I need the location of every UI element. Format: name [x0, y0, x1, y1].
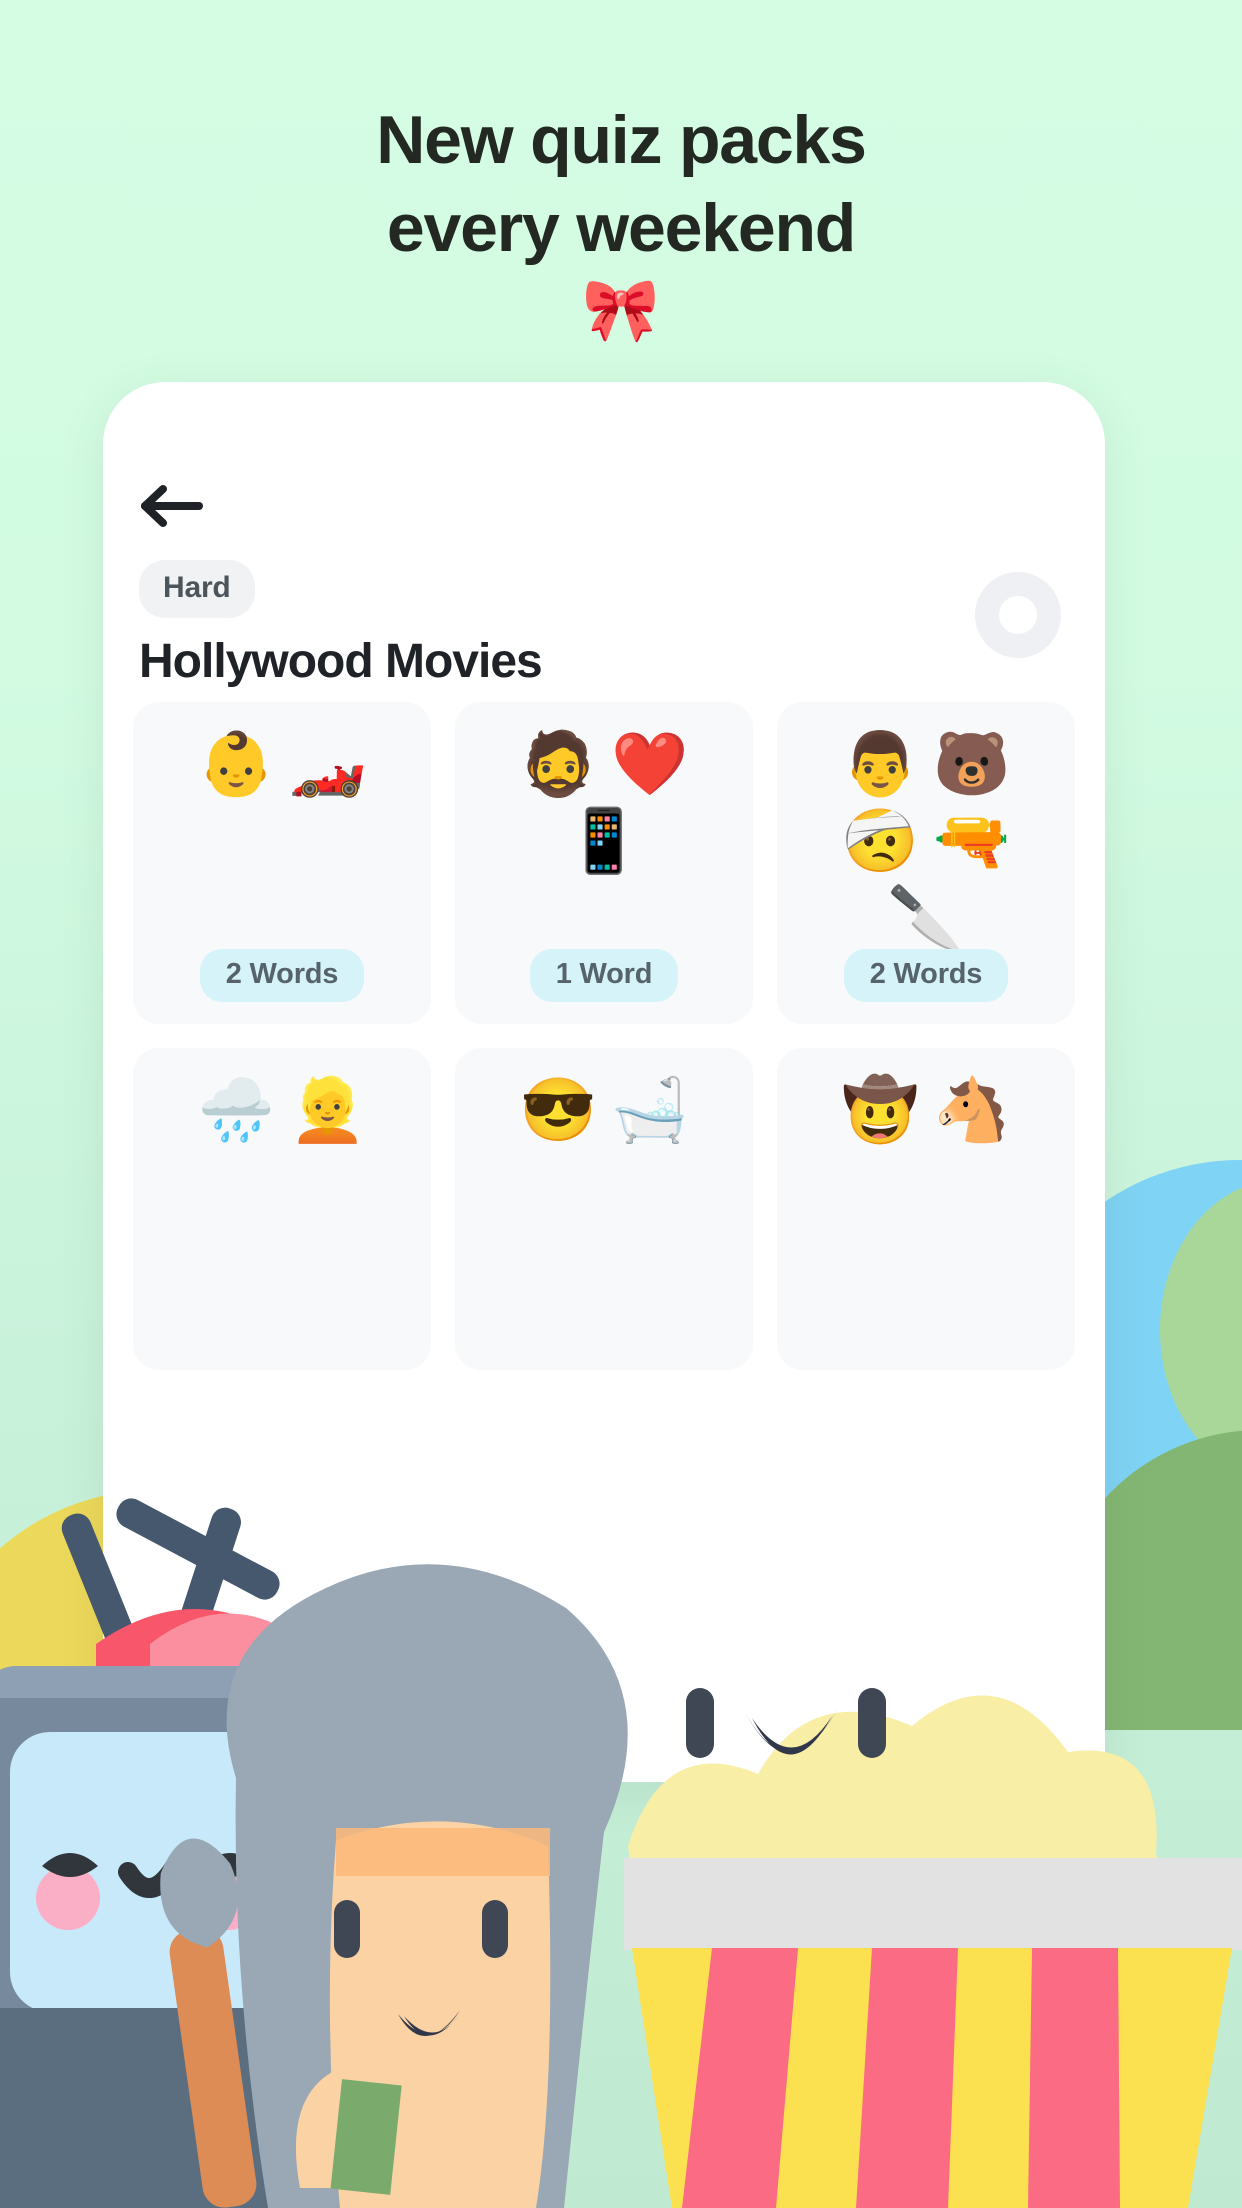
- bathtub-emoji: 🛁: [611, 1076, 689, 1145]
- pistol-emoji: 🔫: [933, 807, 1011, 877]
- arrow-left-icon: [139, 484, 205, 528]
- word-count-badge: 1 Word: [529, 949, 679, 1002]
- quiz-emoji-clue: 🧔 ❤️ 📱: [489, 702, 719, 878]
- racing-car-emoji: 🏎️: [289, 730, 367, 799]
- quiz-emoji-clue: 🌧️ 👱: [174, 1048, 390, 1147]
- difficulty-badge: Hard: [139, 560, 255, 618]
- headline-line-1: New quiz packs: [376, 102, 867, 178]
- quiz-card[interactable]: 😎 🛁: [455, 1048, 753, 1370]
- bearded-person-emoji: 🧔: [519, 730, 597, 799]
- quiz-card[interactable]: 🤠 🐴: [777, 1048, 1075, 1370]
- quiz-emoji-clue: 👨 🐻 🤕 🔫 🔪: [811, 702, 1041, 955]
- phone-mockup: Hard Hollywood Movies 👶 🏎️ 2 Words 🧔 ❤️ 📱 1 Wo…: [103, 382, 1105, 1782]
- page-title: Hollywood Movies: [139, 635, 543, 688]
- rain-cloud-emoji: 🌧️: [197, 1076, 275, 1145]
- quiz-emoji-clue: 😎 🛁: [496, 1048, 712, 1147]
- blond-person-emoji: 👱: [289, 1076, 367, 1145]
- mobile-phone-emoji: 📱: [565, 807, 643, 877]
- quiz-emoji-clue: 👶 🏎️: [174, 702, 390, 801]
- word-count-badge: 2 Words: [199, 949, 365, 1002]
- app-screen: Hard Hollywood Movies 👶 🏎️ 2 Words 🧔 ❤️ 📱 1 Wo…: [103, 382, 1105, 1782]
- sunglasses-face-emoji: 😎: [519, 1076, 597, 1145]
- horse-face-emoji: 🐴: [933, 1076, 1011, 1145]
- kitchen-knife-emoji: 🔪: [887, 884, 965, 954]
- promo-headline: New quiz packs every weekend 🎀: [0, 106, 1242, 342]
- progress-ring[interactable]: [975, 572, 1061, 658]
- quiz-card-grid: 👶 🏎️ 2 Words 🧔 ❤️ 📱 1 Word 👨 🐻 🤕 🔫 🔪 2 Words 🌧️ 👱 😎 🛁 🤠 🐴: [133, 702, 1075, 1370]
- ribbon-bow-icon: 🎀: [582, 276, 660, 345]
- quiz-card[interactable]: 🌧️ 👱: [133, 1048, 431, 1370]
- back-button[interactable]: [139, 476, 215, 536]
- quiz-card[interactable]: 🧔 ❤️ 📱 1 Word: [455, 702, 753, 1024]
- man-emoji: 👨: [841, 730, 919, 799]
- baby-emoji: 👶: [197, 730, 275, 799]
- headline-line-2: every weekend: [386, 190, 856, 266]
- head-bandage-emoji: 🤕: [841, 807, 919, 877]
- quiz-emoji-clue: 🤠 🐴: [818, 1048, 1034, 1147]
- quiz-card[interactable]: 👨 🐻 🤕 🔫 🔪 2 Words: [777, 702, 1075, 1024]
- cowboy-hat-face-emoji: 🤠: [841, 1076, 919, 1145]
- red-heart-emoji: ❤️: [611, 730, 689, 799]
- word-count-badge: 2 Words: [843, 949, 1009, 1002]
- quiz-card[interactable]: 👶 🏎️ 2 Words: [133, 702, 431, 1024]
- bear-emoji: 🐻: [933, 730, 1011, 799]
